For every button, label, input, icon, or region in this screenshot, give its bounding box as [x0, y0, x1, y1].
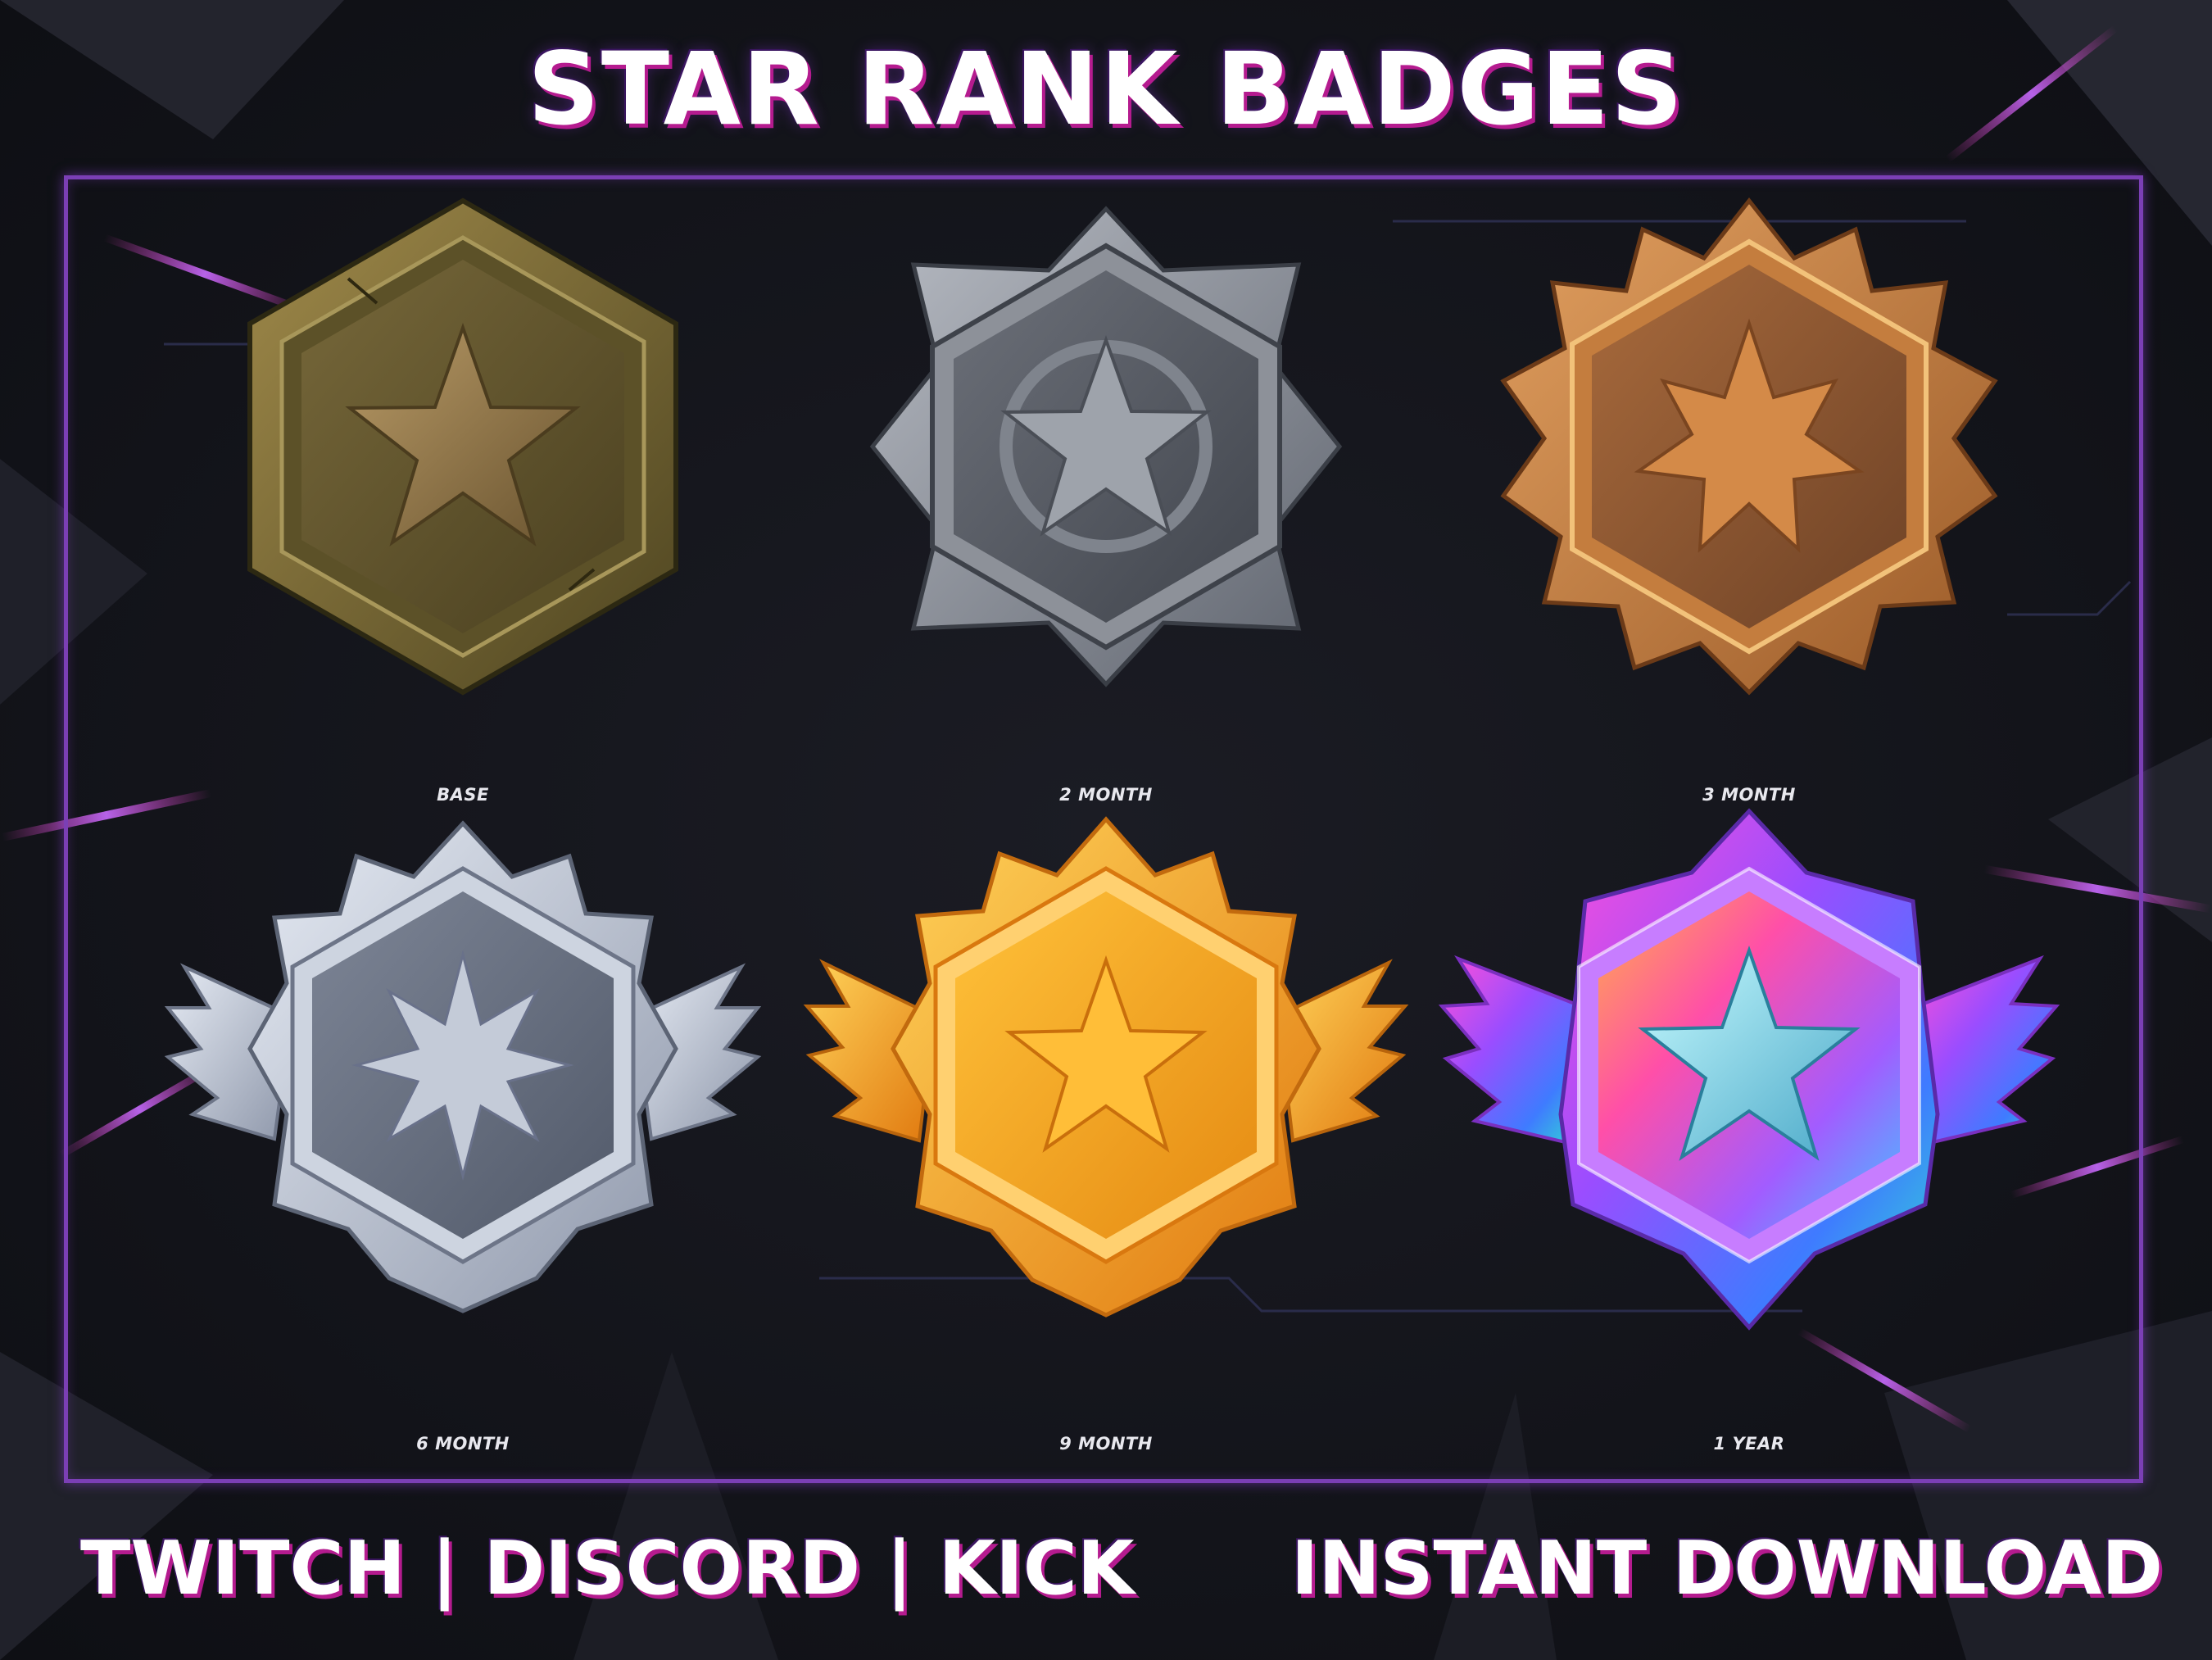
- badge-2-month: [869, 206, 1343, 687]
- badges-layer: [164, 197, 2060, 1331]
- badge-3-month: [1500, 197, 1998, 696]
- badge-1-year: [1438, 808, 2060, 1331]
- badge-base: [247, 197, 678, 696]
- badge-label-6-month: 6 MONTH: [416, 1434, 510, 1454]
- platforms-text: TWITCH | DISCORD | KICK: [80, 1526, 1135, 1612]
- badge-6-month: [164, 820, 762, 1313]
- badge-label-2-month: 2 MONTH: [1059, 785, 1153, 805]
- badge-label-9-month: 9 MONTH: [1059, 1434, 1153, 1454]
- badge-label-1-year: 1 YEAR: [1713, 1434, 1785, 1454]
- badge-label-3-month: 3 MONTH: [1702, 785, 1796, 805]
- badge-label-base: BASE: [437, 785, 489, 805]
- instant-download-text: INSTANT DOWNLOAD: [1290, 1526, 2163, 1612]
- badge-9-month: [803, 816, 1409, 1318]
